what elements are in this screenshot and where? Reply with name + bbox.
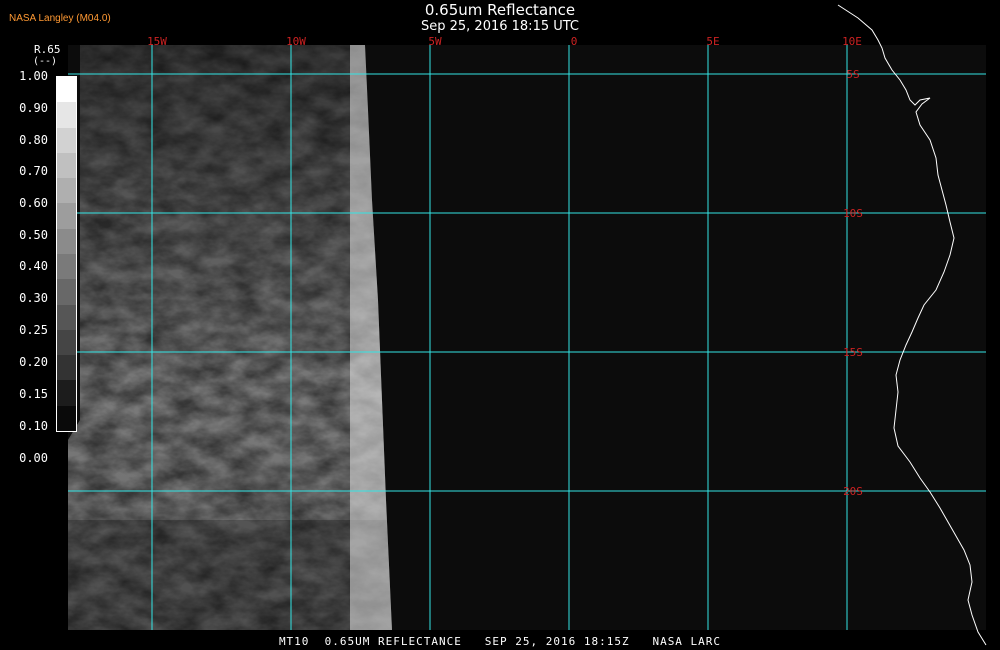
image-title: 0.65um Reflectance <box>424 1 576 19</box>
scale-swatch <box>57 279 76 306</box>
scale-swatch <box>57 228 76 255</box>
latitude-label: 15S <box>843 346 863 359</box>
scale-tick-label: 0.80 <box>19 133 48 147</box>
longitude-label: 0 <box>571 35 578 48</box>
scale-tick-label: 0.00 <box>19 451 48 465</box>
scale-tick-label: 0.10 <box>19 419 48 433</box>
scale-tick-label: 1.00 <box>19 69 48 83</box>
satellite-map: 15W 10W 5W 0 5E 10E 5S 10S 15S 20S <box>68 4 987 646</box>
longitude-label: 10W <box>286 35 306 48</box>
image-timestamp: Sep 25, 2016 18:15 UTC <box>420 19 580 34</box>
scale-tick-label: 0.90 <box>19 101 48 115</box>
scale-tick-label: 0.25 <box>19 323 48 337</box>
satellite-image-viewer: { "header": { "agency": "NASA Langley (M… <box>0 0 1000 650</box>
footer-caption: MT10 0.65UM REFLECTANCE SEP 25, 2016 18:… <box>278 635 722 648</box>
scale-swatch <box>57 355 76 381</box>
scale-swatch <box>57 380 76 407</box>
scale-tick-label: 0.20 <box>19 355 48 369</box>
scale-swatch <box>57 152 76 179</box>
scale-tick-label: 0.70 <box>19 164 48 178</box>
longitude-label: 15W <box>147 35 167 48</box>
scale-swatch <box>57 127 76 154</box>
longitude-label: 5W <box>428 35 442 48</box>
legend-title: R.65 <box>34 43 61 56</box>
latitude-label: 5S <box>846 68 859 81</box>
scale-swatch <box>57 254 76 280</box>
legend-unit: (--) <box>33 56 58 67</box>
scale-tick-label: 0.40 <box>19 259 48 273</box>
scale-tick-label: 0.50 <box>19 228 48 242</box>
scale-swatch <box>57 203 76 230</box>
scale-tick-label: 0.30 <box>19 291 48 305</box>
longitude-label: 10E <box>842 35 862 48</box>
scale-swatch <box>57 329 76 356</box>
scale-swatch <box>57 405 76 432</box>
cloud-swath <box>68 45 392 630</box>
scale-swatch <box>57 102 76 129</box>
color-scale-bar <box>56 76 77 432</box>
longitude-label: 5E <box>706 35 719 48</box>
latitude-label: 10S <box>843 207 863 220</box>
scale-swatch <box>57 77 76 103</box>
scale-tick-label: 0.60 <box>19 196 48 210</box>
scale-tick-label: 0.15 <box>19 387 48 401</box>
scale-swatch <box>57 178 76 204</box>
latitude-label: 20S <box>843 485 863 498</box>
scale-swatch <box>57 304 76 331</box>
